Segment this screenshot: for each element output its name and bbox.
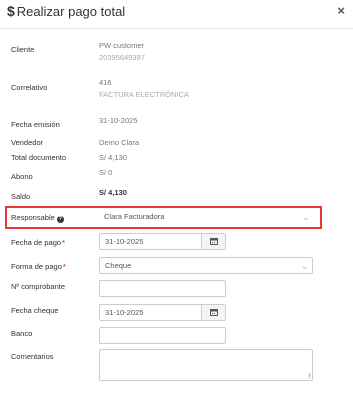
cliente-name: PW customer [99,41,145,50]
banco-input[interactable] [99,327,226,344]
chevron-down-icon: ⌵ [302,265,307,271]
fecha-pago-input[interactable]: 31-10-2025 [99,233,226,250]
fecha-pago-label: Fecha de pago* [11,238,65,247]
abono-label: Abono [11,172,33,181]
saldo-value: S/ 4,130 [99,188,127,197]
fecha-cheque-label: Fecha cheque [11,306,59,315]
close-icon[interactable]: × [337,3,345,18]
banco-label: Banco [11,329,33,338]
saldo-label: Saldo [11,192,31,201]
comprobante-label: Nº comprobante [11,282,66,291]
modal-title-text: Realizar pago total [16,4,126,19]
responsable-value: Clara Facturadora [104,212,165,221]
comprobante-input[interactable] [99,280,226,297]
question-circle-icon: ? [56,216,64,223]
calendar-icon[interactable] [201,234,225,249]
fecha-pago-label-text: Fecha de pago [11,238,62,247]
forma-pago-label-text: Forma de pago [11,262,62,271]
resize-handle-icon[interactable]: ∤ [308,372,311,379]
responsable-label-text: Responsable [11,213,55,222]
total-value: S/ 4,130 [99,153,127,162]
forma-pago-select[interactable]: Cheque ⌵ [99,257,313,274]
modal-header: $ Realizar pago total × [0,0,353,29]
comentarios-label: Comentarios [11,352,54,361]
vendedor-value: Demo Clara [99,138,140,147]
dollar-icon: $ [7,3,15,19]
fecha-cheque-input[interactable]: 31-10-2025 [99,304,226,321]
calendar-icon[interactable] [201,305,225,320]
fecha-emision-label: Fecha emisión [11,120,60,129]
cliente-label: Cliente [11,45,35,54]
correlativo-label: Correlativo [11,83,48,92]
chevron-down-icon: ⌵ [303,216,308,222]
fecha-cheque-value: 31-10-2025 [105,308,144,317]
correlativo-type: FACTURA ELECTRÓNICA [99,90,190,99]
correlativo-number: 416 [99,78,112,87]
comentarios-textarea[interactable]: ∤ [99,349,313,381]
responsable-select[interactable]: Clara Facturadora ⌵ [99,209,313,226]
modal-title: $ Realizar pago total [7,3,125,19]
forma-pago-value: Cheque [105,261,132,270]
cliente-doc: 20395649397 [99,53,145,62]
required-marker: * [62,262,66,271]
forma-pago-label: Forma de pago* [11,262,66,271]
fecha-pago-value: 31-10-2025 [105,237,144,246]
total-label: Total documento [11,153,67,162]
responsable-label: Responsable? [11,213,64,223]
abono-value: S/ 0 [99,168,113,177]
vendedor-label: Vendedor [11,138,44,147]
required-marker: * [62,238,65,247]
fecha-emision-value: 31-10-2025 [99,116,138,125]
